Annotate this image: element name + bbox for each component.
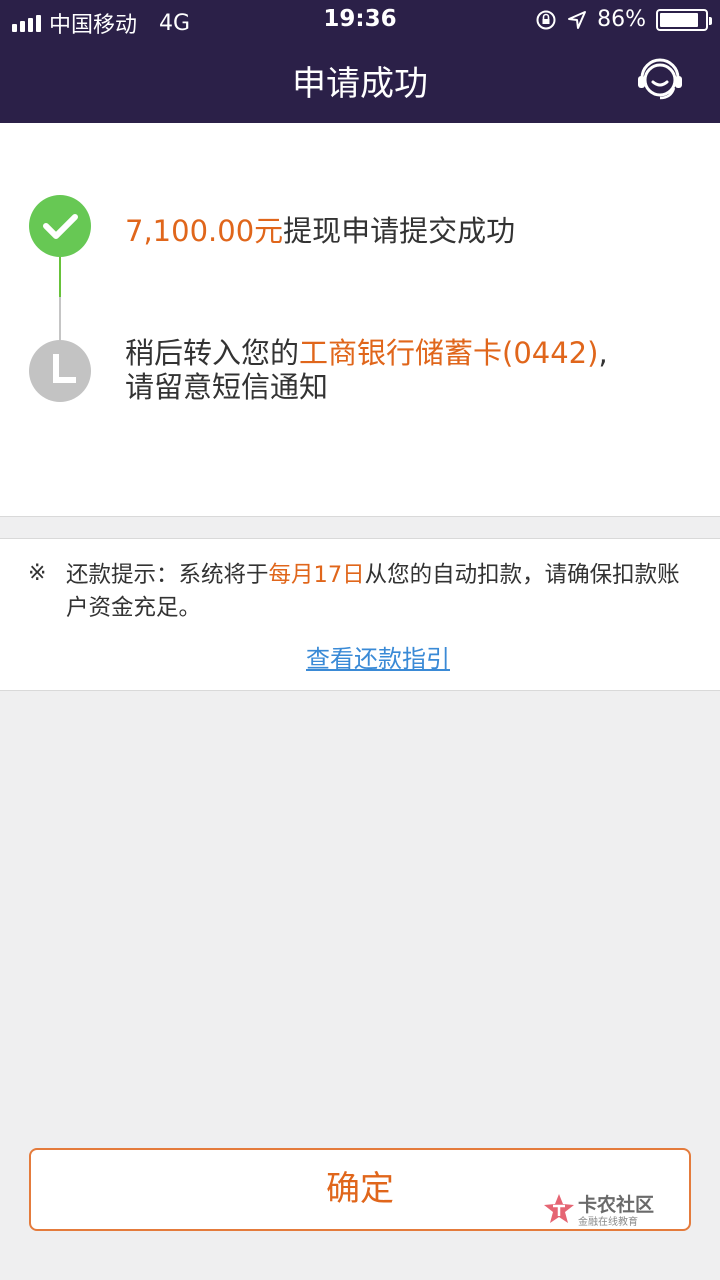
withdraw-amount: 7,100.00元 xyxy=(125,214,284,248)
watermark-star-icon xyxy=(544,1194,574,1223)
tip-prefix: 还款提示：系统将于 xyxy=(66,562,269,588)
sms-notice: 请留意短信通知 xyxy=(125,370,329,404)
repayment-tip-text: 还款提示：系统将于每月17日从您的自动扣款，请确保扣款账户资金充足。 xyxy=(66,559,686,625)
transfer-prefix: 稍后转入您的 xyxy=(125,336,300,370)
bank-card-name: 工商银行储蓄卡(0442) xyxy=(299,336,599,370)
repayment-date: 每月17日 xyxy=(268,562,365,588)
check-icon xyxy=(29,195,91,257)
location-arrow-icon xyxy=(568,10,587,29)
repayment-guide-link[interactable]: 查看还款指引 xyxy=(0,639,720,674)
step-submitted-text: 7,100.00元提现申请提交成功 xyxy=(125,208,515,250)
transfer-suffix: , xyxy=(598,336,608,370)
status-bar: 中国移动 4G 19:36 86% xyxy=(0,0,720,40)
step-connector-done xyxy=(59,255,61,297)
step-submitted-label: 提现申请提交成功 xyxy=(283,214,516,248)
battery-icon xyxy=(656,8,712,31)
rotation-lock-icon xyxy=(536,10,556,29)
header-bar: 中国移动 4G 19:36 86% 申请成功 xyxy=(0,0,720,123)
progress-card xyxy=(0,123,720,517)
step-transfer-text: 稍后转入您的工商银行储蓄卡(0442), 请留意短信通知 xyxy=(125,336,608,404)
battery-percent: 86% xyxy=(597,7,646,32)
clock-icon xyxy=(29,340,91,402)
repayment-tip-card: ※ 还款提示：系统将于每月17日从您的自动扣款，请确保扣款账户资金充足。 查看还… xyxy=(0,538,720,691)
page-title: 申请成功 xyxy=(292,64,428,104)
watermark-logo: 卡农社区 金融在线教育 xyxy=(542,1190,672,1230)
customer-service-headset-icon[interactable] xyxy=(634,58,686,102)
tip-mark: ※ xyxy=(28,561,47,586)
watermark-subtitle: 金融在线教育 xyxy=(578,1217,638,1228)
